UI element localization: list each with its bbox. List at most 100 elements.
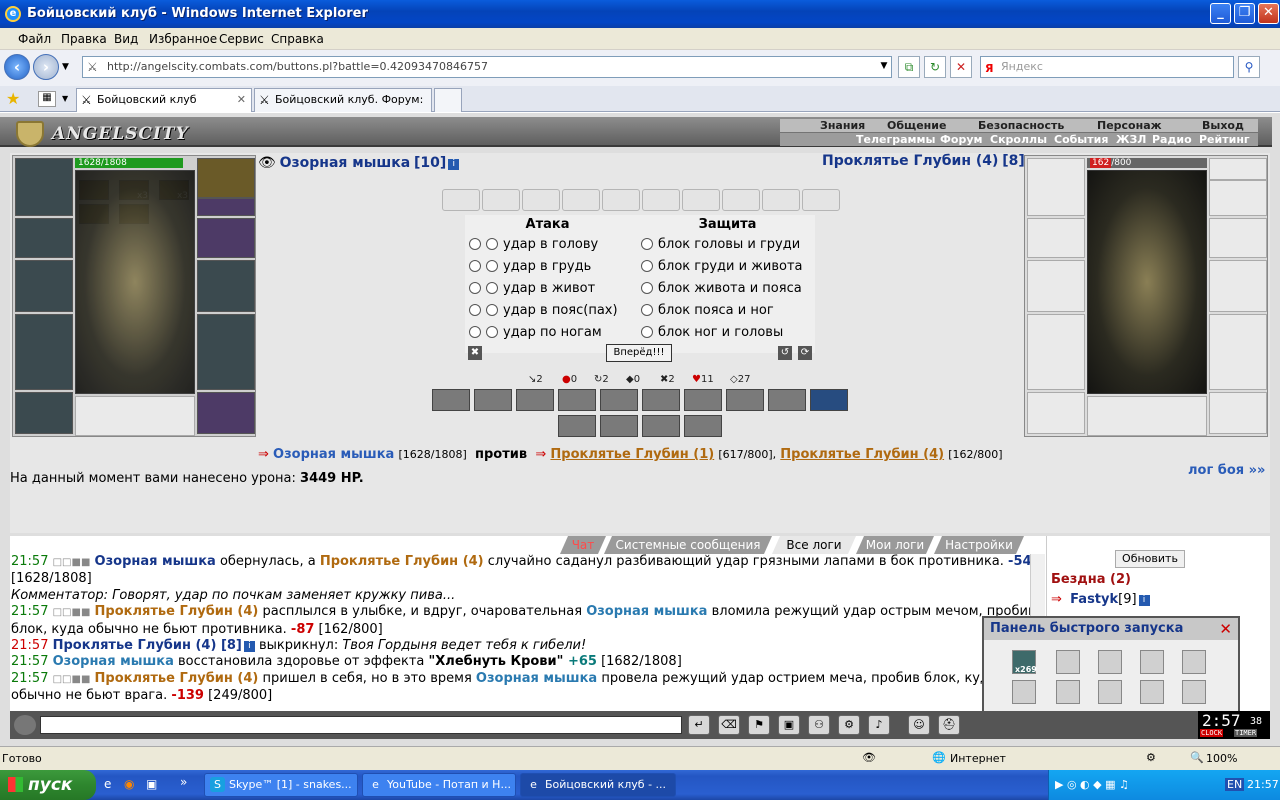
- quick-slot[interactable]: [1140, 680, 1164, 704]
- close-button[interactable]: ✕: [1258, 3, 1279, 24]
- taskbar-item-youtube[interactable]: e YouTube - Потап и Н...: [362, 773, 516, 797]
- block-option-3[interactable]: блок живота и пояса: [641, 281, 802, 296]
- skill-button[interactable]: [474, 389, 512, 411]
- subnav-scrolls[interactable]: Скроллы: [990, 133, 1047, 146]
- tab-close-icon[interactable]: ✕: [237, 89, 246, 111]
- info-icon[interactable]: i: [243, 641, 255, 653]
- filter-icon[interactable]: ⚑: [748, 715, 770, 735]
- quicklaunch-expand-icon[interactable]: »: [180, 775, 187, 789]
- chat-mode-icon[interactable]: [14, 715, 36, 735]
- tab-all-logs[interactable]: Все логи: [772, 536, 856, 554]
- helmet-icon[interactable]: ⛑: [938, 715, 960, 735]
- versus-enemy-2[interactable]: Проклятье Глубин (4): [780, 447, 944, 462]
- empty-slots[interactable]: [75, 396, 195, 436]
- settings-icon[interactable]: ⚙: [838, 715, 860, 735]
- protected-mode-icon[interactable]: ⚙: [1146, 751, 1156, 764]
- zoom-icon[interactable]: 🔍: [1190, 751, 1204, 764]
- radio[interactable]: [469, 304, 481, 316]
- language-indicator[interactable]: EN: [1225, 778, 1245, 791]
- quick-slot[interactable]: [1056, 680, 1080, 704]
- site-logo[interactable]: ANGELSCITY: [12, 119, 188, 147]
- block-option-1[interactable]: блок головы и груди: [641, 237, 800, 252]
- attack-option-head[interactable]: удар в голову: [469, 237, 598, 252]
- scroll-slot[interactable]: [562, 189, 600, 211]
- skill-button[interactable]: [432, 389, 470, 411]
- tab-chat[interactable]: Чат: [560, 536, 606, 554]
- search-input[interactable]: Я Яндекс: [980, 56, 1234, 78]
- tab-my-logs[interactable]: Мои логи: [856, 536, 934, 554]
- battle-log-link[interactable]: лог боя »»: [1188, 463, 1265, 478]
- bracers-slot[interactable]: [15, 218, 73, 258]
- player-name[interactable]: Озорная мышка: [280, 155, 411, 171]
- empty-slots[interactable]: [1087, 396, 1207, 436]
- save-quicklaunch-icon[interactable]: ▣: [146, 777, 157, 791]
- skill-button[interactable]: [600, 389, 638, 411]
- info-icon[interactable]: i: [448, 159, 460, 170]
- offhand-slot[interactable]: [197, 260, 255, 312]
- armor-slot[interactable]: [1027, 314, 1085, 390]
- whisper-arrow-icon[interactable]: ⇒: [1051, 592, 1062, 607]
- quick-slot[interactable]: [1182, 650, 1206, 674]
- skill-button[interactable]: [768, 389, 806, 411]
- sound-icon[interactable]: ♪: [868, 715, 890, 735]
- radio[interactable]: [486, 304, 498, 316]
- subnav-telegrams[interactable]: Телеграммы: [856, 133, 935, 146]
- quick-slot[interactable]: [1012, 680, 1036, 704]
- boots-slot[interactable]: [197, 392, 255, 434]
- menu-edit[interactable]: Правка: [61, 32, 107, 46]
- minimize-button[interactable]: _: [1210, 3, 1231, 24]
- gloves-slot[interactable]: [1209, 218, 1267, 258]
- scroll-slot[interactable]: [802, 189, 840, 211]
- player-avatar[interactable]: [75, 170, 195, 394]
- quick-slot[interactable]: [1098, 680, 1122, 704]
- refresh-battle-icon[interactable]: ↺: [778, 346, 792, 360]
- weapon-slot[interactable]: [197, 158, 255, 198]
- versus-enemy-1[interactable]: Проклятье Глубин (1): [550, 447, 714, 462]
- skill-button[interactable]: [558, 389, 596, 411]
- enemy-avatar[interactable]: [1087, 170, 1207, 394]
- tab-combats[interactable]: ⚔ Бойцовский клуб ✕: [76, 88, 252, 112]
- radio[interactable]: [469, 238, 481, 250]
- skill-button[interactable]: [726, 389, 764, 411]
- attack-option-chest[interactable]: удар в грудь: [469, 259, 591, 274]
- ring-slot[interactable]: [197, 198, 255, 216]
- helmet-slot[interactable]: [1027, 158, 1085, 216]
- amulet-slot[interactable]: [1209, 180, 1267, 216]
- nav-security[interactable]: Безопасность: [978, 119, 1064, 132]
- taskbar-item-combats[interactable]: e Бойцовский клуб - ...: [520, 773, 676, 797]
- firefox-icon[interactable]: ◉: [124, 777, 134, 791]
- address-bar[interactable]: ⚔ http://angelscity.combats.com/buttons.…: [82, 56, 892, 78]
- menu-tools[interactable]: Сервис: [219, 32, 264, 46]
- radio[interactable]: [486, 282, 498, 294]
- block-option-4[interactable]: блок пояса и ног: [641, 303, 774, 318]
- subnav-radio[interactable]: Радио: [1152, 133, 1192, 146]
- save-icon[interactable]: ▣: [778, 715, 800, 735]
- belt-slot[interactable]: [15, 392, 73, 434]
- scroll-slot[interactable]: [682, 189, 720, 211]
- nav-communication[interactable]: Общение: [887, 119, 946, 132]
- compat-view-icon[interactable]: ⧉: [898, 56, 920, 78]
- scroll-slot[interactable]: [602, 189, 640, 211]
- radio[interactable]: [469, 282, 481, 294]
- radio[interactable]: [486, 238, 498, 250]
- skill-button[interactable]: [516, 389, 554, 411]
- menu-favorites[interactable]: Избранное: [149, 32, 217, 46]
- nav-character[interactable]: Персонаж: [1097, 119, 1162, 132]
- radio[interactable]: [641, 238, 653, 250]
- refresh-icon[interactable]: ↻: [924, 56, 946, 78]
- skill-button[interactable]: [810, 389, 848, 411]
- quick-slot[interactable]: [1182, 680, 1206, 704]
- info-icon[interactable]: i: [1138, 595, 1150, 606]
- run-icon[interactable]: ⚇: [808, 715, 830, 735]
- menu-view[interactable]: Вид: [114, 32, 138, 46]
- scroll-slot[interactable]: [482, 189, 520, 211]
- clear-icon[interactable]: ⌫: [718, 715, 740, 735]
- privacy-icon[interactable]: 👁: [862, 751, 876, 764]
- shield-slot[interactable]: [1209, 260, 1267, 312]
- attack-option-groin[interactable]: удар в пояс(пах): [469, 303, 618, 318]
- subnav-rating[interactable]: Рейтинг: [1199, 133, 1250, 146]
- scroll-slot[interactable]: [642, 189, 680, 211]
- tab-settings[interactable]: Настройки: [934, 536, 1024, 554]
- subnav-forum[interactable]: Форум: [940, 133, 983, 146]
- maximize-button[interactable]: ❐: [1234, 3, 1255, 24]
